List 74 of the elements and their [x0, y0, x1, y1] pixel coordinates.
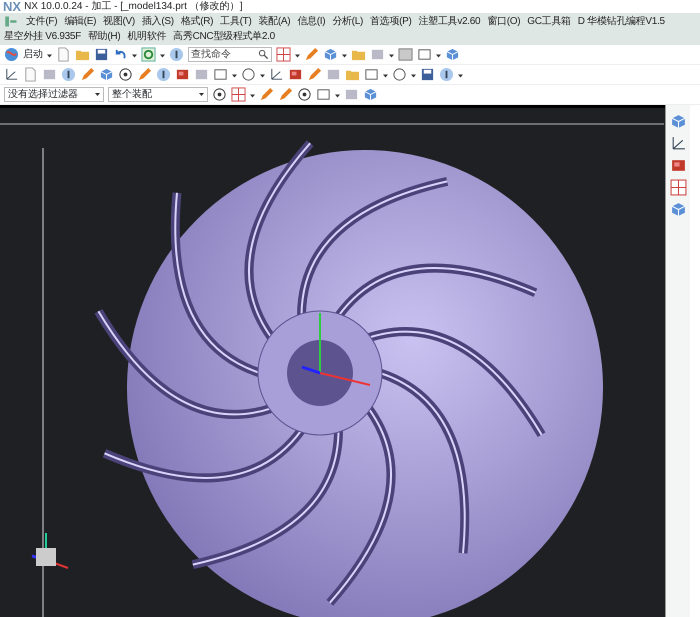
save-icon[interactable] — [94, 47, 109, 62]
dropdown-arrow-icon[interactable] — [260, 72, 265, 78]
target-icon[interactable] — [118, 67, 133, 82]
menu-item[interactable]: GC工具箱 — [527, 14, 571, 29]
panel-icon[interactable] — [398, 47, 413, 62]
box-icon[interactable] — [670, 157, 686, 174]
target-icon[interactable] — [212, 87, 227, 102]
menu-item[interactable]: D 华模钻孔编程V1.5 — [578, 14, 665, 29]
menu-item[interactable]: 装配(A) — [258, 14, 290, 29]
box-icon[interactable] — [175, 67, 190, 82]
dropdown-arrow-icon[interactable] — [47, 52, 52, 58]
search-icon — [258, 49, 269, 60]
menu-item[interactable]: 窗口(O) — [487, 14, 520, 29]
menu-item[interactable]: 插入(S) — [142, 14, 174, 29]
menu-item[interactable]: 星空外挂 V6.935F — [4, 29, 81, 44]
menu-item[interactable]: 机明软件 — [127, 29, 166, 44]
refresh-icon[interactable] — [141, 47, 156, 62]
info-icon[interactable] — [169, 47, 184, 62]
dropdown-arrow-icon[interactable] — [342, 52, 347, 58]
grid-icon[interactable] — [276, 47, 291, 62]
info-icon[interactable] — [156, 67, 171, 82]
axes-icon[interactable] — [4, 67, 19, 82]
app-logo: NX — [2, 0, 22, 13]
save-icon[interactable] — [420, 67, 435, 82]
dropdown-arrow-icon[interactable] — [436, 52, 441, 58]
square-icon[interactable] — [364, 67, 379, 82]
dropdown-arrow-icon[interactable] — [411, 72, 416, 78]
dropdown-arrow-icon[interactable] — [250, 92, 255, 98]
grid-icon[interactable] — [231, 87, 246, 102]
dropdown-arrow-icon[interactable] — [383, 72, 388, 78]
square-icon[interactable] — [316, 87, 331, 102]
axes-icon[interactable] — [670, 135, 686, 152]
pencil-icon[interactable] — [307, 67, 322, 82]
menu-item[interactable]: 分析(L) — [332, 14, 364, 29]
assembly-scope-dropdown[interactable]: 整个装配 — [108, 87, 208, 102]
grid-icon[interactable] — [670, 179, 686, 196]
dropdown-arrow-icon[interactable] — [132, 52, 137, 58]
menu-item[interactable]: 注塑工具v2.60 — [418, 14, 480, 29]
cube-icon[interactable] — [363, 87, 378, 102]
square-icon[interactable] — [213, 67, 228, 82]
menu-item[interactable]: 编辑(E) — [64, 14, 96, 29]
dropdown-arrow-icon[interactable] — [160, 52, 165, 58]
dropdown-arrow-icon[interactable] — [458, 72, 463, 78]
circle-icon[interactable] — [392, 67, 407, 82]
axes-icon[interactable] — [269, 67, 284, 82]
view-triad-icon — [32, 533, 68, 569]
dropdown-arrow-icon — [95, 92, 100, 97]
window-title: NX 10.0.0.24 - 加工 - [_model134.prt （修改的）] — [24, 0, 242, 13]
dropdown-arrow-icon[interactable] — [335, 92, 340, 98]
box-icon[interactable] — [288, 67, 303, 82]
menu-item[interactable]: 高秀CNC型级程式单2.0 — [173, 29, 275, 44]
selection-filter-dropdown[interactable]: 没有选择过滤器 — [4, 87, 104, 102]
menu-item[interactable]: 信息(I) — [297, 14, 326, 29]
menu-item[interactable]: 帮助(H) — [88, 29, 120, 44]
menu-item[interactable]: 文件(F) — [26, 14, 58, 29]
cube-icon[interactable] — [670, 113, 686, 130]
square-icon[interactable] — [417, 47, 432, 62]
menu-item[interactable]: 视图(V) — [103, 14, 135, 29]
menu-grip-icon[interactable] — [4, 14, 19, 29]
dropdown-arrow-icon — [199, 92, 204, 97]
info-icon[interactable] — [439, 67, 454, 82]
circle-icon[interactable] — [241, 67, 256, 82]
cube-icon[interactable] — [670, 201, 686, 218]
dropdown-arrow-icon[interactable] — [232, 72, 237, 78]
start-menu-button[interactable]: 启动 — [23, 47, 43, 62]
dropdown-arrow-icon[interactable] — [295, 52, 300, 58]
target-icon[interactable] — [297, 87, 312, 102]
command-search-field[interactable]: 查找命令 — [188, 47, 272, 62]
globe-icon[interactable] — [4, 47, 19, 62]
menu-item[interactable]: 工具(T) — [220, 14, 252, 29]
dropdown-arrow-icon[interactable] — [389, 52, 394, 58]
menu-item[interactable]: 首选项(P) — [370, 14, 412, 29]
menu-item[interactable]: 格式(R) — [180, 14, 214, 29]
info-icon[interactable] — [61, 67, 76, 82]
